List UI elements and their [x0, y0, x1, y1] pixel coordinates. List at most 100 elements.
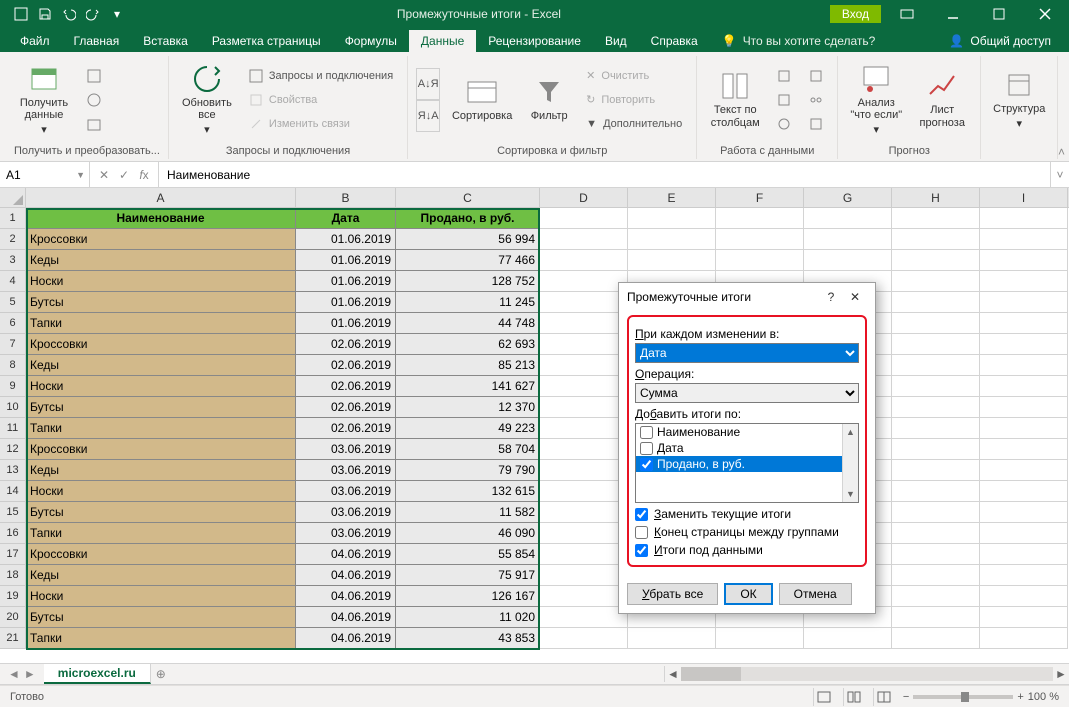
cell[interactable]: 79 790 — [396, 460, 540, 481]
cell[interactable]: 141 627 — [396, 376, 540, 397]
col-header-B[interactable]: B — [296, 188, 396, 207]
row-header[interactable]: 18 — [0, 565, 26, 586]
row-header[interactable]: 17 — [0, 544, 26, 565]
row-header[interactable]: 3 — [0, 250, 26, 271]
redo-icon[interactable] — [82, 3, 104, 25]
minimize-icon[interactable] — [933, 0, 973, 28]
nav-next-icon[interactable]: ► — [24, 667, 36, 681]
cell[interactable] — [980, 523, 1068, 544]
col-header-H[interactable]: H — [892, 188, 980, 207]
cell[interactable] — [628, 628, 716, 649]
page-layout-icon[interactable] — [843, 688, 865, 706]
cell[interactable] — [540, 418, 628, 439]
chevron-down-icon[interactable]: ▼ — [76, 170, 85, 180]
checkbox[interactable] — [640, 442, 653, 455]
cell[interactable]: 128 752 — [396, 271, 540, 292]
recent-sources-icon[interactable] — [80, 113, 108, 135]
cell[interactable]: Дата — [296, 208, 396, 229]
cell[interactable] — [892, 523, 980, 544]
cell[interactable]: 62 693 — [396, 334, 540, 355]
operation-select[interactable]: Сумма — [635, 383, 859, 403]
cell[interactable] — [892, 397, 980, 418]
remove-duplicates-icon[interactable] — [771, 89, 797, 111]
cell[interactable]: Бутсы — [26, 502, 296, 523]
cell[interactable] — [980, 439, 1068, 460]
cell[interactable]: Кеды — [26, 565, 296, 586]
cancel-formula-icon[interactable]: ✕ — [96, 168, 112, 182]
zoom-slider[interactable] — [913, 695, 1013, 699]
cell[interactable] — [540, 460, 628, 481]
cell[interactable] — [540, 544, 628, 565]
row-header[interactable]: 8 — [0, 355, 26, 376]
cell[interactable] — [892, 292, 980, 313]
cell[interactable]: Тапки — [26, 313, 296, 334]
cell[interactable] — [804, 229, 892, 250]
cell[interactable]: 03.06.2019 — [296, 460, 396, 481]
relationships-icon[interactable] — [803, 89, 829, 111]
cell[interactable] — [716, 208, 804, 229]
row-header[interactable]: 12 — [0, 439, 26, 460]
ok-button[interactable]: ОК — [724, 583, 772, 605]
cell[interactable] — [540, 355, 628, 376]
zoom-out-icon[interactable]: − — [903, 691, 909, 703]
cell[interactable] — [980, 334, 1068, 355]
row-header[interactable]: 11 — [0, 418, 26, 439]
cell[interactable] — [892, 481, 980, 502]
outline-button[interactable]: Структура▾ — [989, 61, 1049, 139]
ribbon-display-icon[interactable] — [887, 0, 927, 28]
cell[interactable]: 01.06.2019 — [296, 292, 396, 313]
data-model-icon[interactable] — [803, 113, 829, 135]
cell[interactable] — [980, 418, 1068, 439]
cell[interactable]: Носки — [26, 271, 296, 292]
cell[interactable]: 04.06.2019 — [296, 628, 396, 649]
col-header-C[interactable]: C — [396, 188, 540, 207]
horizontal-scrollbar[interactable]: ◄ ► — [664, 666, 1069, 682]
row-header[interactable]: 10 — [0, 397, 26, 418]
cell[interactable] — [540, 628, 628, 649]
cell[interactable] — [804, 208, 892, 229]
cell[interactable]: 02.06.2019 — [296, 334, 396, 355]
sort-button[interactable]: Сортировка — [446, 61, 518, 139]
cell[interactable]: Наименование — [26, 208, 296, 229]
cell[interactable] — [892, 271, 980, 292]
cell[interactable] — [980, 460, 1068, 481]
cell[interactable] — [892, 313, 980, 334]
row-header[interactable]: 15 — [0, 502, 26, 523]
cell[interactable]: 49 223 — [396, 418, 540, 439]
dialog-help-icon[interactable]: ? — [819, 290, 843, 304]
zoom-control[interactable]: − + 100 % — [903, 691, 1059, 703]
cell[interactable] — [540, 271, 628, 292]
cell[interactable] — [980, 271, 1068, 292]
name-box[interactable]: A1▼ — [0, 162, 90, 187]
col-header-D[interactable]: D — [540, 188, 628, 207]
sheet-nav[interactable]: ◄► — [0, 667, 44, 681]
cell[interactable]: 01.06.2019 — [296, 250, 396, 271]
cell[interactable]: Носки — [26, 481, 296, 502]
cell[interactable] — [540, 313, 628, 334]
col-header-F[interactable]: F — [716, 188, 804, 207]
tab-layout[interactable]: Разметка страницы — [200, 30, 333, 52]
advanced-filter-button[interactable]: ▼Дополнительно — [580, 113, 688, 135]
cell[interactable]: 03.06.2019 — [296, 502, 396, 523]
col-header-G[interactable]: G — [804, 188, 892, 207]
chk-below[interactable]: Итоги под данными — [635, 543, 859, 557]
row-header[interactable]: 9 — [0, 376, 26, 397]
enter-formula-icon[interactable]: ✓ — [116, 168, 132, 182]
cell[interactable]: 11 020 — [396, 607, 540, 628]
cell[interactable]: 46 090 — [396, 523, 540, 544]
cell[interactable]: 11 582 — [396, 502, 540, 523]
cell[interactable]: Носки — [26, 376, 296, 397]
cell[interactable]: Тапки — [26, 628, 296, 649]
chk-pagebreak[interactable]: Конец страницы между группами — [635, 525, 859, 539]
cell[interactable] — [540, 208, 628, 229]
undo-icon[interactable] — [58, 3, 80, 25]
cell[interactable] — [540, 397, 628, 418]
scroll-left-icon[interactable]: ◄ — [665, 667, 681, 681]
cell[interactable]: Продано, в руб. — [396, 208, 540, 229]
formula-input[interactable]: Наименование — [159, 162, 1051, 187]
tab-help[interactable]: Справка — [639, 30, 710, 52]
sort-desc-icon[interactable]: Я↓A — [416, 100, 440, 132]
cell[interactable]: 132 615 — [396, 481, 540, 502]
cell[interactable] — [540, 607, 628, 628]
cell[interactable]: 02.06.2019 — [296, 418, 396, 439]
